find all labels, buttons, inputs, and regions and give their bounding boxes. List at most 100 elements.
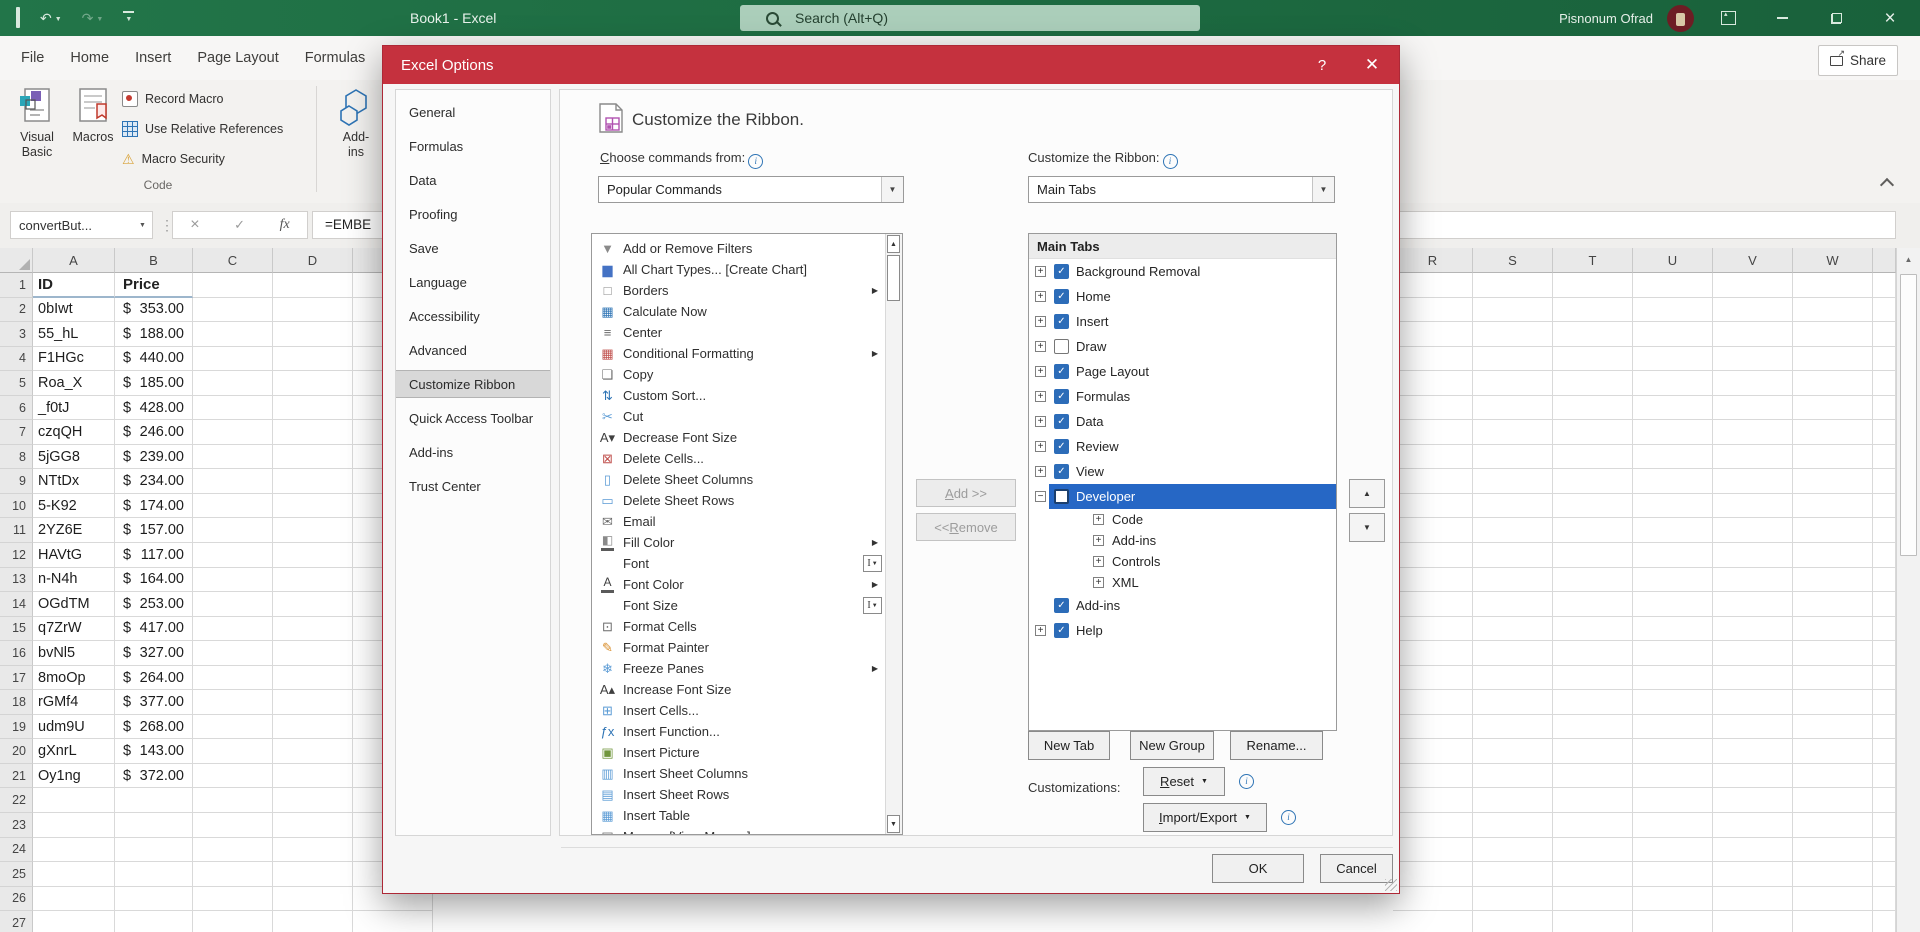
cell-right[interactable] bbox=[1393, 764, 1473, 789]
expand-icon[interactable]: + bbox=[1093, 535, 1104, 546]
cell-right[interactable] bbox=[1873, 445, 1896, 470]
cell-d18[interactable] bbox=[273, 690, 353, 715]
name-box-dropdown-icon[interactable]: ▼ bbox=[133, 222, 152, 229]
cell-d8[interactable] bbox=[273, 445, 353, 470]
cell-right[interactable] bbox=[1473, 322, 1553, 347]
cell-b1[interactable]: Price bbox=[115, 273, 193, 298]
column-header-r[interactable]: R bbox=[1393, 248, 1473, 273]
use-relative-references-button[interactable]: Use Relative References bbox=[122, 117, 283, 141]
cell-right[interactable] bbox=[1793, 568, 1873, 593]
cell-b9[interactable]: $234.00 bbox=[115, 469, 193, 494]
expand-icon[interactable]: + bbox=[1093, 514, 1104, 525]
cell-d2[interactable] bbox=[273, 298, 353, 323]
cell-d26[interactable] bbox=[273, 887, 353, 912]
cell-c1[interactable] bbox=[193, 273, 273, 298]
checkbox-unchecked[interactable] bbox=[1054, 489, 1069, 504]
command-item-center[interactable]: ≡Center bbox=[592, 322, 885, 343]
cell-right[interactable] bbox=[1473, 568, 1553, 593]
cell-right[interactable] bbox=[1393, 617, 1473, 642]
inline-combo-icon[interactable]: I▼ bbox=[863, 555, 882, 572]
cell-right[interactable] bbox=[1633, 911, 1713, 932]
cell-right[interactable] bbox=[1793, 469, 1873, 494]
cell-c17[interactable] bbox=[193, 666, 273, 691]
cell-right[interactable] bbox=[1713, 715, 1793, 740]
cell-b27[interactable] bbox=[115, 911, 193, 932]
row-header-3[interactable]: 3 bbox=[0, 322, 33, 347]
cell-right[interactable] bbox=[1793, 273, 1873, 298]
nav-item-accessibility[interactable]: Accessibility bbox=[396, 302, 550, 330]
row-header-19[interactable]: 19 bbox=[0, 715, 33, 740]
cell-right[interactable] bbox=[1633, 666, 1713, 691]
checkbox-checked[interactable]: ✓ bbox=[1054, 364, 1069, 379]
row-header-20[interactable]: 20 bbox=[0, 739, 33, 764]
cell-e27[interactable] bbox=[353, 911, 433, 932]
cell-right[interactable] bbox=[1473, 371, 1553, 396]
row-header-2[interactable]: 2 bbox=[0, 298, 33, 323]
cell-right[interactable] bbox=[1553, 518, 1633, 543]
customize-qat-button[interactable]: ▼ bbox=[123, 11, 134, 25]
cell-right[interactable] bbox=[1713, 887, 1793, 912]
cell-right[interactable] bbox=[1473, 862, 1553, 887]
redo-button[interactable]: ↷▼ bbox=[82, 11, 104, 25]
command-item-calculate-now[interactable]: ▦Calculate Now bbox=[592, 301, 885, 322]
expand-icon[interactable]: + bbox=[1035, 416, 1046, 427]
cell-right[interactable] bbox=[1393, 666, 1473, 691]
cell-right[interactable] bbox=[1873, 518, 1896, 543]
cell-a13[interactable]: n-N4h bbox=[33, 568, 115, 593]
cell-b11[interactable]: $157.00 bbox=[115, 518, 193, 543]
add-command-button[interactable]: Add >> bbox=[916, 479, 1016, 507]
search-input[interactable]: Search (Alt+Q) bbox=[740, 5, 1200, 31]
nav-item-advanced[interactable]: Advanced bbox=[396, 336, 550, 364]
cell-a6[interactable]: _f0tJ bbox=[33, 396, 115, 421]
cell-right[interactable] bbox=[1393, 813, 1473, 838]
cell-right[interactable] bbox=[1473, 494, 1553, 519]
add-ins-button[interactable]: Add-ins bbox=[330, 86, 382, 160]
confirm-entry-icon[interactable]: ✓ bbox=[234, 217, 245, 233]
tab-file[interactable]: File bbox=[8, 36, 57, 80]
nav-item-trust-center[interactable]: Trust Center bbox=[396, 472, 550, 500]
cell-right[interactable] bbox=[1633, 494, 1713, 519]
collapse-icon[interactable]: − bbox=[1035, 491, 1046, 502]
cell-d5[interactable] bbox=[273, 371, 353, 396]
cell-right[interactable] bbox=[1393, 298, 1473, 323]
checkbox-checked[interactable]: ✓ bbox=[1054, 314, 1069, 329]
cell-d24[interactable] bbox=[273, 838, 353, 863]
cell-a7[interactable]: czqQH bbox=[33, 420, 115, 445]
cell-right[interactable] bbox=[1473, 420, 1553, 445]
nav-item-general[interactable]: General bbox=[396, 98, 550, 126]
cell-right[interactable] bbox=[1713, 641, 1793, 666]
nav-item-save[interactable]: Save bbox=[396, 234, 550, 262]
cell-right[interactable] bbox=[1793, 494, 1873, 519]
cell-right[interactable] bbox=[1553, 666, 1633, 691]
tab-node-add-ins[interactable]: ✓Add-ins bbox=[1029, 593, 1336, 618]
cell-right[interactable] bbox=[1393, 739, 1473, 764]
cell-d10[interactable] bbox=[273, 494, 353, 519]
cell-right[interactable] bbox=[1873, 322, 1896, 347]
tab-insert[interactable]: Insert bbox=[122, 36, 184, 80]
cell-right[interactable] bbox=[1873, 568, 1896, 593]
cell-right[interactable] bbox=[1793, 813, 1873, 838]
visual-basic-button[interactable]: Visual Basic bbox=[8, 86, 66, 160]
cell-b3[interactable]: $188.00 bbox=[115, 322, 193, 347]
import-export-button[interactable]: Import/Export▼ bbox=[1143, 803, 1267, 832]
cell-right[interactable] bbox=[1393, 641, 1473, 666]
cell-b17[interactable]: $264.00 bbox=[115, 666, 193, 691]
row-header-27[interactable]: 27 bbox=[0, 911, 33, 932]
cell-c12[interactable] bbox=[193, 543, 273, 568]
cell-right[interactable] bbox=[1633, 445, 1713, 470]
scroll-down-icon[interactable]: ▼ bbox=[887, 815, 900, 833]
expand-icon[interactable]: + bbox=[1093, 556, 1104, 567]
cell-a15[interactable]: q7ZrW bbox=[33, 617, 115, 642]
cell-right[interactable] bbox=[1553, 715, 1633, 740]
cell-right[interactable] bbox=[1633, 788, 1713, 813]
tab-node-draw[interactable]: +Draw bbox=[1029, 334, 1336, 359]
cell-right[interactable] bbox=[1713, 518, 1793, 543]
move-up-button[interactable]: ▲ bbox=[1349, 479, 1385, 508]
cell-a8[interactable]: 5jGG8 bbox=[33, 445, 115, 470]
checkbox-unchecked[interactable] bbox=[1054, 339, 1069, 354]
column-header-a[interactable]: A bbox=[33, 248, 115, 273]
cell-right[interactable] bbox=[1873, 788, 1896, 813]
cell-right[interactable] bbox=[1873, 887, 1896, 912]
inline-combo-icon[interactable]: I▼ bbox=[863, 597, 882, 614]
checkbox-checked[interactable]: ✓ bbox=[1054, 389, 1069, 404]
